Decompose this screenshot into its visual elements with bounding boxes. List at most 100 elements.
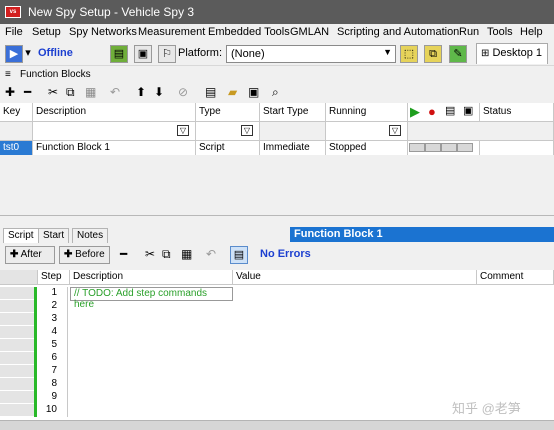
copy-icon[interactable]: ⧉ [66, 85, 75, 100]
undo-icon[interactable]: ↶ [110, 85, 120, 99]
col-start-type[interactable]: Start Type [260, 103, 326, 122]
row-selector[interactable] [0, 287, 36, 299]
filter-icon[interactable]: ▽ [389, 125, 401, 136]
menu-file[interactable]: File [5, 26, 23, 38]
chevron-down-icon: ▼ [383, 47, 392, 57]
tab-notes[interactable]: Notes [72, 228, 109, 243]
cell-description[interactable]: Function Block 1 [33, 141, 196, 155]
menu-embedded-tools[interactable]: Embedded Tools [208, 26, 290, 38]
cell-type[interactable]: Script [196, 141, 260, 155]
menu-tools[interactable]: Tools [487, 26, 513, 38]
list-view-icon[interactable]: ▤ [230, 246, 248, 264]
remove-step-icon[interactable]: ━ [120, 247, 127, 261]
filter-description[interactable]: ▽ [33, 122, 196, 141]
copy-step-icon[interactable]: ⧉ [162, 247, 171, 262]
add-icon[interactable]: ✚ [5, 85, 15, 99]
paste-icon[interactable]: ▦ [85, 85, 96, 99]
menu-setup[interactable]: Setup [32, 26, 61, 38]
filter-start-type [260, 122, 326, 141]
cell-key[interactable]: tst0 [0, 141, 33, 155]
title-bar: vs New Spy Setup - Vehicle Spy 3 [0, 0, 554, 24]
function-blocks-toolbar: ✚ ━ ✂ ⧉ ▦ ↶ ⬆ ⬇ ⊘ ▤ ▰ ▣ ⌕ [0, 83, 554, 103]
col-comment[interactable]: Comment [477, 270, 554, 285]
tab-desktop-1[interactable]: ⊞ Desktop 1 [476, 43, 548, 64]
col-key[interactable]: Key [0, 103, 33, 122]
platform-icon[interactable]: ⚐ [158, 45, 176, 63]
menu-scripting-automation[interactable]: Scripting and Automation [337, 26, 459, 38]
save-button[interactable] [457, 143, 473, 152]
tab-start[interactable]: Start [38, 228, 70, 243]
run-button[interactable] [409, 143, 425, 152]
save-setup-icon[interactable]: ▣ [134, 45, 152, 63]
step-icon[interactable]: ▤ [445, 104, 455, 117]
step-number: 4 [38, 326, 68, 339]
record-icon[interactable]: ● [428, 104, 436, 119]
filter-running[interactable]: ▽ [326, 122, 408, 141]
step-1-description[interactable]: // TODO: Add step commands here [70, 287, 233, 310]
row-selector[interactable] [0, 391, 36, 403]
block-title: Function Block 1 [290, 227, 554, 242]
menu-spy-networks[interactable]: Spy Networks [69, 26, 137, 38]
col-description[interactable]: Description [33, 103, 196, 122]
search-icon[interactable]: ⌕ [272, 85, 279, 100]
step-enabled-indicator [34, 365, 37, 378]
step-enabled-indicator [34, 313, 37, 326]
mode-dropdown-icon[interactable]: ▾ [23, 45, 33, 63]
row-selector[interactable] [0, 352, 36, 364]
cell-start-type[interactable]: Immediate [260, 141, 326, 155]
row-selector[interactable] [0, 300, 36, 312]
play-mode-icon[interactable]: ▶ [5, 45, 23, 63]
stop-button[interactable] [425, 143, 441, 152]
row-selector[interactable] [0, 313, 36, 325]
menu-measurement[interactable]: Measurement [138, 26, 205, 38]
cut-step-icon[interactable]: ✂ [145, 247, 155, 261]
open-icon[interactable]: ▰ [228, 85, 237, 99]
tools-icon[interactable]: ✎ [449, 45, 467, 63]
col-step[interactable]: Step [38, 270, 70, 285]
save-block-icon[interactable]: ▣ [463, 104, 473, 117]
menu-run[interactable]: Run [459, 26, 479, 38]
filter-type[interactable]: ▽ [196, 122, 260, 141]
col-running[interactable]: Running [326, 103, 408, 122]
cell-running[interactable]: Stopped [326, 141, 408, 155]
duplicate-icon[interactable]: ▤ [205, 85, 216, 99]
add-before-button[interactable]: ✚ Before [59, 246, 110, 264]
database-icon[interactable]: ⬚ [400, 45, 418, 63]
move-up-icon[interactable]: ⬆ [136, 85, 146, 99]
move-down-icon[interactable]: ⬇ [154, 85, 164, 99]
filter-empty [408, 122, 554, 141]
row-selector[interactable] [0, 339, 36, 351]
step-button[interactable] [441, 143, 457, 152]
copy-database-icon[interactable]: ⧉ [424, 45, 442, 63]
menu-gmlan[interactable]: GMLAN [290, 26, 329, 38]
row-selector[interactable] [0, 365, 36, 377]
remove-icon[interactable]: ━ [24, 85, 31, 99]
filter-icon[interactable]: ▽ [241, 125, 253, 136]
paste-step-icon[interactable]: ▦ [181, 247, 192, 261]
add-after-button[interactable]: ✚ After [5, 246, 55, 264]
tab-script[interactable]: Script [3, 228, 39, 243]
col-status[interactable]: Status [480, 103, 554, 122]
step-enabled-indicator [34, 300, 37, 313]
platform-select[interactable]: (None) ▼ [226, 45, 396, 63]
menu-help[interactable]: Help [520, 26, 543, 38]
disable-icon[interactable]: ⊘ [178, 85, 188, 99]
menu-bar: File Setup Spy Networks Measurement Embe… [0, 24, 554, 42]
save-icon[interactable]: ▣ [248, 85, 259, 99]
cut-icon[interactable]: ✂ [48, 85, 58, 99]
step-number: 1 [38, 287, 68, 300]
panel-splitter[interactable] [0, 215, 554, 227]
row-selector[interactable] [0, 378, 36, 390]
add-after-label: After [20, 249, 42, 260]
script-toolbar: ✚ After ✚ Before ━ ✂ ⧉ ▦ ↶ ▤ No Errors [0, 243, 554, 267]
hardware-icon[interactable]: ▤ [110, 45, 128, 63]
cell-status[interactable] [480, 141, 554, 155]
row-selector[interactable] [0, 326, 36, 338]
col-value[interactable]: Value [233, 270, 477, 285]
row-selector[interactable] [0, 404, 36, 416]
col-type[interactable]: Type [196, 103, 260, 122]
col-step-description[interactable]: Description [70, 270, 233, 285]
filter-icon[interactable]: ▽ [177, 125, 189, 136]
play-icon[interactable]: ▶ [410, 104, 420, 120]
undo-step-icon[interactable]: ↶ [206, 247, 216, 261]
